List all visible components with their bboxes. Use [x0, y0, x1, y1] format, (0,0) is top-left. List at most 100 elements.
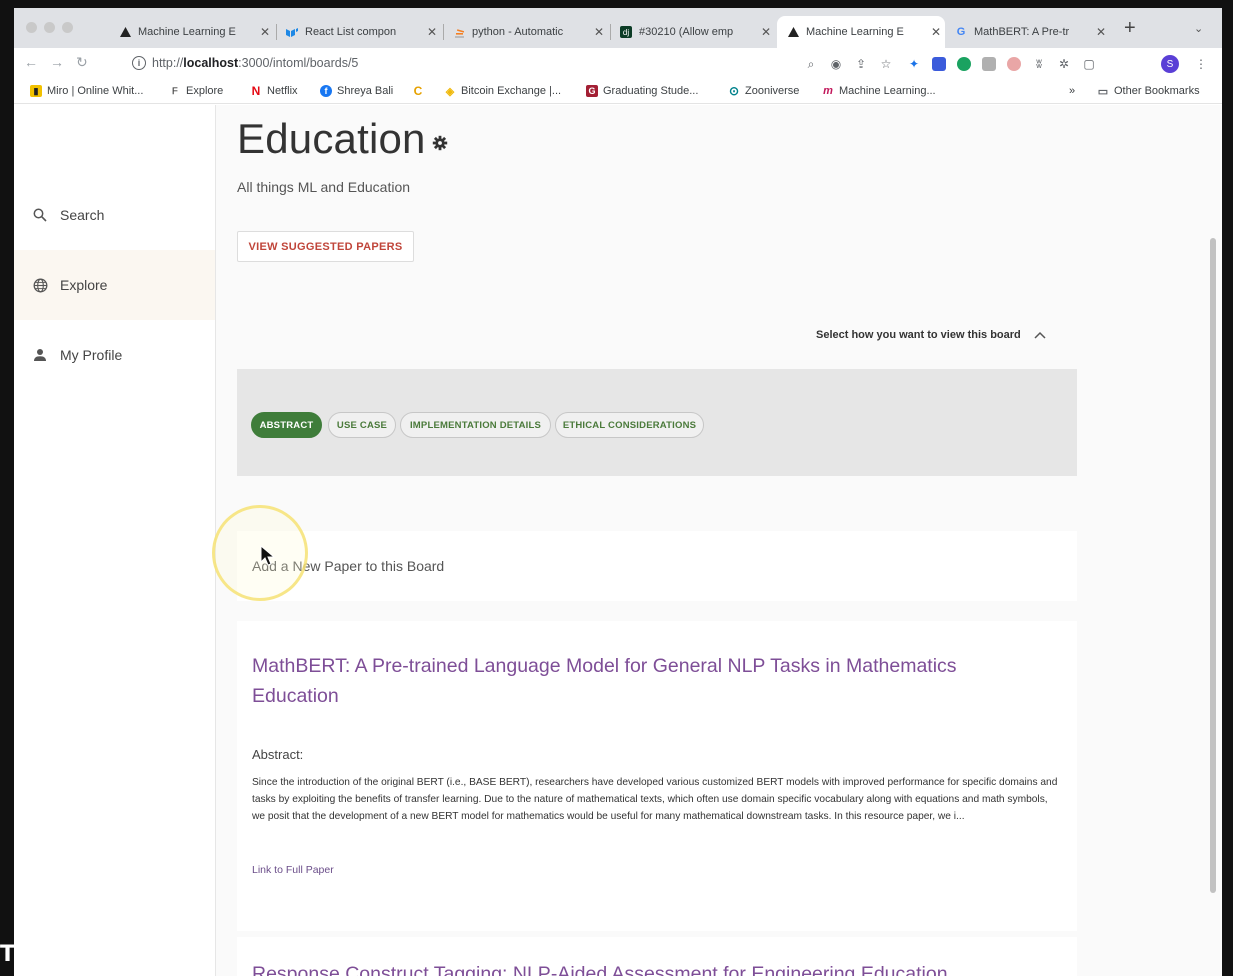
tab-title: #30210 (Allow emp — [639, 26, 734, 38]
add-paper-input[interactable]: Add a New Paper to this Board — [237, 531, 1077, 601]
profile-avatar[interactable]: S — [1161, 55, 1179, 73]
sidebar: Search Explore My Profile — [14, 105, 216, 976]
url-prefix: http:// — [152, 56, 184, 70]
bookmark-item[interactable]: G Graduating Stude... — [586, 85, 698, 97]
graduating-icon: G — [586, 85, 598, 97]
sidebar-item-search[interactable]: Search — [14, 180, 215, 250]
view-chip-ethical-considerations[interactable]: ETHICAL CONSIDERATIONS — [555, 412, 704, 438]
page-scrollbar[interactable] — [1210, 238, 1216, 893]
reload-icon[interactable]: ↻ — [76, 54, 88, 71]
close-tab-icon[interactable]: ✕ — [1092, 25, 1110, 39]
extension-grey-icon[interactable] — [982, 57, 996, 71]
bookmarks-overflow[interactable]: » — [1069, 85, 1075, 97]
abstract-label: Abstract: — [252, 747, 304, 762]
tab-title: MathBERT: A Pre-tr — [974, 26, 1070, 38]
extension-pink-icon[interactable] — [1007, 57, 1021, 71]
minimize-window-icon[interactable] — [44, 22, 55, 33]
extension-a-icon[interactable] — [932, 57, 946, 71]
maximize-window-icon[interactable] — [62, 22, 73, 33]
page-subtitle: All things ML and Education — [237, 179, 411, 195]
browser-toolbar: ← → ↻ i http://localhost:3000/intoml/boa… — [14, 48, 1222, 78]
facebook-icon: f — [320, 85, 332, 97]
mouse-pointer-icon — [260, 545, 276, 566]
miro-icon: ▮ — [30, 85, 42, 97]
new-tab-icon[interactable]: + — [1124, 18, 1136, 38]
bookmark-item[interactable]: ᖴ Explore — [169, 85, 223, 97]
search-icon — [32, 207, 48, 223]
extension-green-icon[interactable] — [957, 57, 971, 71]
bookmark-item[interactable]: ▮ Miro | Online Whit... — [30, 85, 143, 97]
full-paper-link[interactable]: Link to Full Paper — [252, 864, 334, 876]
tab-title: python - Automatic — [472, 26, 564, 38]
star-icon[interactable]: ☆ — [879, 57, 893, 71]
side-panel-icon[interactable]: ▢ — [1082, 57, 1096, 71]
eye-icon[interactable]: ◉ — [829, 57, 843, 71]
tab-strip: Machine Learning E ✕ React List compon ✕… — [14, 8, 1222, 48]
browser-tab[interactable]: dj #30210 (Allow emp ✕ — [610, 16, 775, 48]
bitcoin-icon: ◈ — [445, 85, 455, 98]
forward-arrow-icon[interactable]: → — [50, 54, 64, 70]
menu-dots-icon[interactable]: ⋮ — [1194, 57, 1208, 71]
ml-bookmark-icon: m — [823, 85, 833, 97]
paper-card: Response Construct Tagging: NLP-Aided As… — [237, 937, 1077, 976]
close-tab-icon[interactable]: ✕ — [757, 25, 775, 39]
view-suggested-papers-button[interactable]: VIEW SUGGESTED PAPERS — [237, 231, 414, 262]
extension-w-icon[interactable]: ʬ — [1032, 57, 1046, 71]
zooniverse-icon: ⊙ — [728, 84, 740, 98]
close-tab-icon[interactable]: ✕ — [590, 25, 608, 39]
abstract-text: Since the introduction of the original B… — [252, 777, 1058, 822]
browser-tab[interactable]: G MathBERT: A Pre-tr ✕ — [945, 16, 1110, 48]
view-chip-abstract[interactable]: ABSTRACT — [251, 412, 322, 438]
tab-title: Machine Learning E — [806, 26, 904, 38]
bookmark-item[interactable]: f Shreya Bali — [320, 85, 393, 97]
view-options-panel: ABSTRACT USE CASE IMPLEMENTATION DETAILS… — [237, 369, 1077, 476]
app-root: Search Explore My Profile Education All … — [14, 105, 1222, 976]
zoom-icon[interactable]: ⌕ — [804, 57, 818, 71]
view-mode-toggle[interactable]: Select how you want to view this board — [816, 329, 1047, 341]
bookmark-item[interactable]: C — [412, 84, 429, 98]
view-chip-implementation-details[interactable]: IMPLEMENTATION DETAILS — [400, 412, 551, 438]
globe-icon — [32, 277, 48, 293]
c-bookmark-icon: C — [413, 84, 423, 98]
other-bookmarks[interactable]: ▭ Other Bookmarks — [1097, 85, 1200, 98]
bookmarks-bar: ▮ Miro | Online Whit... ᖴ Explore N Netflix… — [14, 78, 1222, 104]
browser-tab[interactable]: React List compon ✕ — [276, 16, 441, 48]
paper-card: MathBERT: A Pre-trained Language Model f… — [237, 621, 1077, 931]
close-tab-icon[interactable]: ✕ — [927, 25, 945, 39]
gear-icon[interactable] — [432, 135, 448, 151]
mui-favicon-icon — [286, 26, 298, 38]
sidebar-item-label: My Profile — [60, 347, 123, 363]
close-tab-icon[interactable]: ✕ — [423, 25, 441, 39]
extensions-puzzle-icon[interactable]: ✲ — [1057, 57, 1071, 71]
browser-tab[interactable]: python - Automatic ✕ — [443, 16, 608, 48]
share-icon[interactable]: ⇪ — [854, 57, 868, 71]
sidebar-item-explore[interactable]: Explore — [14, 250, 215, 320]
tab-search-chevron-icon[interactable]: ⌄ — [1194, 22, 1203, 35]
explore-icon: ᖴ — [172, 85, 178, 96]
close-tab-icon[interactable]: ✕ — [256, 25, 274, 39]
bookmark-item[interactable]: ◈ Bitcoin Exchange |... — [444, 85, 561, 98]
browser-tab[interactable]: Machine Learning E ✕ — [109, 16, 274, 48]
folder-icon: ▭ — [1097, 85, 1109, 98]
back-arrow-icon[interactable]: ← — [24, 54, 38, 70]
google-favicon-icon: G — [956, 26, 966, 38]
triangle-favicon-icon — [119, 26, 131, 38]
view-chip-use-case[interactable]: USE CASE — [328, 412, 396, 438]
site-info-icon[interactable]: i — [132, 56, 146, 70]
close-window-icon[interactable] — [26, 22, 37, 33]
bookmark-item[interactable]: N Netflix — [250, 84, 298, 98]
paper-title[interactable]: MathBERT: A Pre-trained Language Model f… — [252, 651, 1022, 711]
browser-tab-active[interactable]: Machine Learning E ✕ — [777, 16, 945, 48]
address-bar[interactable]: i http://localhost:3000/intoml/boards/5 — [114, 51, 854, 75]
bookmark-item[interactable]: ⊙ Zooniverse — [728, 84, 799, 98]
board-main: Education All things ML and Education VI… — [212, 105, 1222, 976]
page-title: Education — [237, 115, 426, 162]
extension-blue-icon[interactable]: ✦ — [907, 57, 921, 71]
tab-title: React List compon — [305, 26, 397, 38]
bookmark-item[interactable]: m Machine Learning... — [822, 85, 936, 97]
paper-title[interactable]: Response Construct Tagging: NLP-Aided As… — [252, 959, 1022, 976]
chevron-up-icon[interactable] — [1033, 330, 1047, 340]
person-icon — [32, 347, 48, 363]
sidebar-item-my-profile[interactable]: My Profile — [14, 320, 215, 390]
stackoverflow-favicon-icon — [453, 26, 465, 38]
